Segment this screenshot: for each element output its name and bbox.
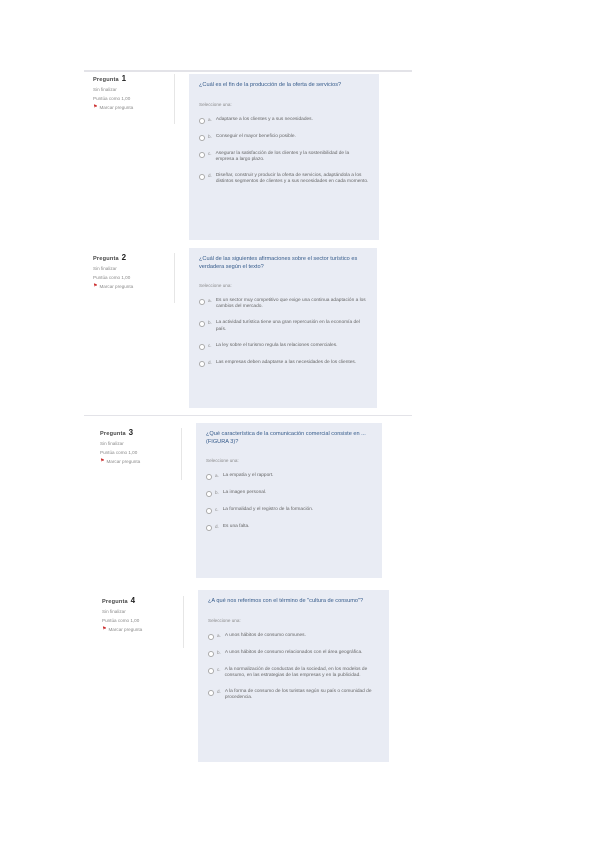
answer-option[interactable]: c. La ley sobre el turismo regula las rel…	[199, 343, 367, 350]
answer-option[interactable]: b. A unos hábitos de consumo relacionados…	[208, 650, 379, 657]
question-status: Sin finalizar	[102, 609, 126, 614]
radio-button[interactable]	[208, 633, 214, 640]
flag-icon: ⚑	[100, 458, 105, 464]
question-info-1: Pregunta 1 Sin finalizar Puntúa como 1,0…	[87, 74, 175, 124]
question-number: Pregunta 2	[93, 253, 127, 262]
flag-icon: ⚑	[102, 626, 107, 632]
answer-option[interactable]: b. La imagen personal.	[206, 490, 372, 497]
radio-button[interactable]	[199, 343, 205, 350]
question-text: ¿Cuál de las siguientes afirmaciones sob…	[199, 256, 358, 270]
radio-button[interactable]	[199, 360, 205, 367]
flag-question-link[interactable]: ⚑ Marcar pregunta	[93, 104, 174, 111]
answer-option[interactable]: a. Es un sector muy competitivo que exige…	[199, 298, 367, 310]
question-score: Puntúa como 1,00	[93, 96, 131, 101]
answer-option[interactable]: b. Conseguir el mayor beneficio posible.	[199, 134, 369, 141]
question-prompt: Seleccione una:	[206, 458, 239, 463]
question-info-4: Pregunta 4 Sin finalizar Puntúa como 1,0…	[96, 596, 184, 648]
question-text: ¿Cuál es el fin de la producción de la o…	[199, 82, 342, 88]
radio-button[interactable]	[199, 173, 205, 180]
radio-button[interactable]	[206, 474, 212, 480]
radio-button[interactable]	[199, 321, 205, 328]
radio-button[interactable]	[208, 689, 214, 696]
flag-question-link[interactable]: ⚑ Marcar pregunta	[102, 626, 183, 633]
answer-option[interactable]: c. Asegurar la satisfacción de los client…	[199, 151, 369, 163]
radio-button[interactable]	[199, 151, 205, 158]
answer-option[interactable]: c. La formalidad y el registro de la form…	[206, 507, 372, 514]
question-card-2: ¿Cuál de las siguientes afirmaciones sob…	[189, 248, 377, 408]
radio-button[interactable]	[206, 491, 212, 497]
flag-icon: ⚑	[93, 104, 98, 110]
flag-icon: ⚑	[93, 283, 98, 289]
question-status: Sin finalizar	[93, 87, 117, 92]
question-status: Sin finalizar	[100, 441, 124, 446]
radio-button[interactable]	[206, 508, 212, 514]
question-score: Puntúa como 1,00	[93, 275, 131, 280]
question-number: Pregunta 4	[102, 596, 136, 605]
question-info-3: Pregunta 3 Sin finalizar Puntúa como 1,0…	[94, 428, 182, 480]
answer-option[interactable]: a. A unos hábitos de consumo comunes.	[208, 633, 379, 640]
radio-button[interactable]	[199, 117, 205, 124]
answer-option[interactable]: d. Diseñar, construir y producir la ofert…	[199, 173, 369, 185]
question-card-1: ¿Cuál es el fin de la producción de la o…	[189, 74, 379, 240]
answer-option[interactable]: c. A la normalización de conductas de la …	[208, 667, 379, 679]
radio-button[interactable]	[208, 650, 214, 657]
answer-option[interactable]: d. Las empresas deben adaptarse a las nec…	[199, 360, 367, 367]
top-divider	[84, 70, 412, 72]
answer-option[interactable]: a. La empatía y el rapport.	[206, 473, 372, 480]
question-card-4: ¿A qué nos referimos con el término de "…	[198, 590, 389, 762]
flag-question-link[interactable]: ⚑ Marcar pregunta	[100, 458, 181, 465]
answer-option[interactable]: d. A la forma de consumo de los turistas …	[208, 689, 379, 701]
question-prompt: Seleccione una:	[208, 617, 241, 623]
question-prompt: Seleccione una:	[199, 101, 232, 107]
question-number: Pregunta 1	[93, 74, 127, 83]
answer-option[interactable]: b. La actividad turística tiene una gran …	[199, 320, 367, 332]
question-card-3: ¿Qué característica de la comunicación c…	[196, 423, 382, 578]
radio-button[interactable]	[206, 525, 212, 531]
question-number: Pregunta 3	[100, 428, 134, 437]
question-score: Puntúa como 1,00	[102, 618, 140, 623]
answer-option[interactable]: d. Es una falta.	[206, 524, 372, 531]
answer-option[interactable]: a. Adaptarse a los clientes y a sus neces…	[199, 117, 369, 124]
question-score: Puntúa como 1,00	[100, 450, 138, 455]
question-text: ¿Qué característica de la comunicación c…	[206, 431, 366, 445]
radio-button[interactable]	[208, 667, 214, 674]
middle-divider	[84, 415, 412, 416]
flag-question-link[interactable]: ⚑ Marcar pregunta	[93, 283, 174, 290]
question-prompt: Seleccione una:	[199, 283, 232, 288]
question-status: Sin finalizar	[93, 266, 117, 271]
radio-button[interactable]	[199, 299, 205, 305]
question-info-2: Pregunta 2 Sin finalizar Puntúa como 1,0…	[87, 253, 175, 303]
radio-button[interactable]	[199, 134, 205, 141]
question-text: ¿A qué nos referimos con el término de "…	[208, 598, 364, 604]
